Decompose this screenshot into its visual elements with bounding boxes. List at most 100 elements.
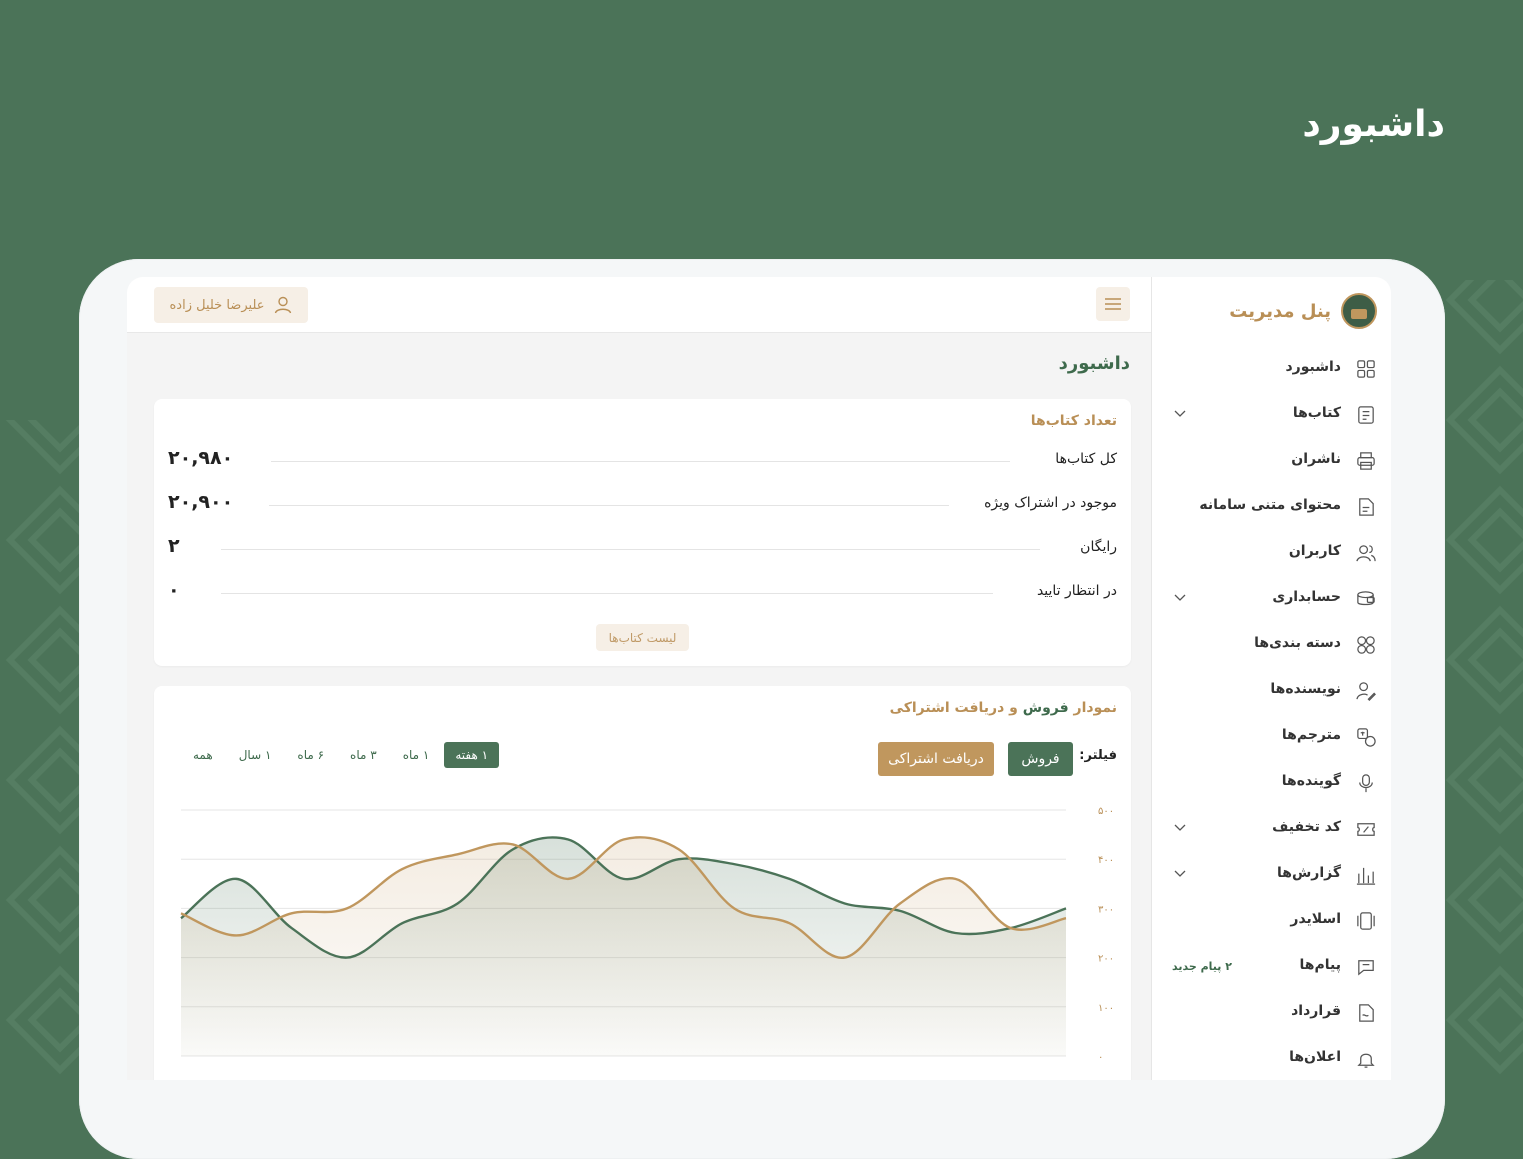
sidebar-item-label: کد تخفیف bbox=[1272, 819, 1341, 835]
stat-row: در انتظار تایید ۰ bbox=[168, 577, 1117, 607]
range-tab[interactable]: ۳ ماه bbox=[339, 742, 388, 768]
sidebar-item-label: اسلایدر bbox=[1290, 911, 1341, 927]
sidebar-item-label: دسته بندی‌ها bbox=[1254, 635, 1341, 651]
stat-divider bbox=[271, 461, 1010, 462]
y-tick-label: ۲۰۰ bbox=[1098, 954, 1114, 965]
sidebar-item-document[interactable]: محتوای متنی سامانه bbox=[1152, 485, 1391, 531]
y-tick-label: ۵۰۰ bbox=[1098, 806, 1114, 817]
range-tab[interactable]: همه bbox=[182, 742, 224, 768]
sidebar-item-bar-chart[interactable]: گزارش‌ها bbox=[1152, 853, 1391, 899]
sidebar-item-label: کتاب‌ها bbox=[1292, 405, 1341, 421]
page-title: داشبورد bbox=[1058, 353, 1130, 374]
sidebar-item-message[interactable]: پیام‌ها ۲ پیام جدید bbox=[1152, 945, 1391, 991]
stat-value: ۲۰,۹۸۰ bbox=[168, 447, 234, 469]
stat-row: موجود در اشتراک ویژه ۲۰,۹۰۰ bbox=[168, 489, 1117, 519]
stat-divider bbox=[221, 549, 1040, 550]
hero-title: داشبورد bbox=[1302, 104, 1445, 145]
writer-icon bbox=[1356, 682, 1376, 701]
stat-divider bbox=[269, 505, 949, 506]
stat-value: ۰ bbox=[168, 579, 180, 601]
user-menu-button[interactable]: علیرضا خلیل زاده bbox=[154, 287, 308, 323]
chart-title-suffix: و دریافت اشتراکی bbox=[889, 700, 1023, 716]
sidebar-item-label: مترجم‌ها bbox=[1281, 727, 1341, 743]
sidebar-item-label: گزارش‌ها bbox=[1277, 865, 1341, 881]
chevron-down-icon[interactable] bbox=[1172, 865, 1188, 881]
sidebar-item-translate[interactable]: مترجم‌ها bbox=[1152, 715, 1391, 761]
sidebar-item-users[interactable]: کاربران bbox=[1152, 531, 1391, 577]
y-tick-label: ۴۰۰ bbox=[1098, 855, 1114, 866]
slider-icon bbox=[1357, 912, 1375, 930]
brand[interactable]: پنل مدیریت bbox=[1229, 293, 1377, 329]
sidebar-item-microphone[interactable]: گوینده‌ها bbox=[1152, 761, 1391, 807]
sidebar-item-label: قرارداد bbox=[1291, 1003, 1341, 1019]
microphone-icon bbox=[1359, 774, 1373, 793]
stat-label: موجود در اشتراک ویژه bbox=[984, 495, 1117, 511]
brand-title: پنل مدیریت bbox=[1229, 300, 1331, 322]
sales-area-chart: ۰ ۱۰۰ ۲۰۰ ۳۰۰ ۴۰۰ ۵۰۰ bbox=[180, 806, 1114, 1063]
ticket-icon bbox=[1357, 823, 1375, 836]
series-area-1 bbox=[181, 837, 1066, 1056]
sidebar-item-label: ناشران bbox=[1291, 451, 1341, 467]
stat-row: رایگان ۲ bbox=[168, 533, 1117, 563]
books-card-title: تعداد کتاب‌ها bbox=[1030, 413, 1117, 429]
filter-sale-button[interactable]: فروش bbox=[1008, 742, 1073, 776]
sales-chart-card: نمودار فروش و دریافت اشتراکی فیلتر: فروش… bbox=[154, 686, 1131, 1080]
stat-label: در انتظار تایید bbox=[1036, 583, 1117, 599]
sidebar-nav: داشبورد کتاب‌ها ناشران محتوای متنی سامانه کا… bbox=[1152, 347, 1391, 1080]
user-icon bbox=[274, 296, 291, 314]
chevron-down-icon[interactable] bbox=[1172, 589, 1188, 605]
books-list-button[interactable]: لیست کتاب‌ها bbox=[596, 624, 689, 651]
chevron-down-icon[interactable] bbox=[1172, 405, 1188, 421]
document-icon bbox=[1359, 498, 1374, 516]
sidebar-item-slider[interactable]: اسلایدر bbox=[1152, 899, 1391, 945]
sidebar-item-grid[interactable]: داشبورد bbox=[1152, 347, 1391, 393]
filter-subscription-button[interactable]: دریافت اشتراکی bbox=[878, 742, 994, 776]
admin-screen: پنل مدیریت داشبورد کتاب‌ها ناشران محتوای مت… bbox=[127, 277, 1391, 1080]
range-tab[interactable]: ۱ ماه bbox=[392, 742, 441, 768]
range-tab[interactable]: ۶ ماه bbox=[286, 742, 335, 768]
stat-value: ۲ bbox=[168, 535, 180, 557]
sidebar-item-wallet[interactable]: حسابداری bbox=[1152, 577, 1391, 623]
contract-icon bbox=[1359, 1004, 1374, 1022]
grid-icon bbox=[1357, 360, 1375, 378]
hamburger-menu-button[interactable] bbox=[1096, 287, 1130, 321]
range-tab[interactable]: ۱ هفته bbox=[444, 742, 500, 768]
printer-icon bbox=[1357, 452, 1375, 470]
filter-label: فیلتر: bbox=[1079, 748, 1117, 763]
stat-label: رایگان bbox=[1080, 539, 1117, 555]
logo bbox=[1341, 293, 1377, 329]
sidebar-item-book[interactable]: کتاب‌ها bbox=[1152, 393, 1391, 439]
sidebar-item-categories[interactable]: دسته بندی‌ها bbox=[1152, 623, 1391, 669]
user-name: علیرضا خلیل زاده bbox=[169, 297, 265, 313]
stat-divider bbox=[221, 593, 993, 594]
translate-icon bbox=[1357, 728, 1376, 747]
y-tick-label: ۳۰۰ bbox=[1098, 904, 1114, 915]
books-count-card: تعداد کتاب‌ها کل کتاب‌ها ۲۰,۹۸۰ موجود در ا… bbox=[154, 399, 1131, 666]
stat-value: ۲۰,۹۰۰ bbox=[168, 491, 234, 513]
sidebar-item-printer[interactable]: ناشران bbox=[1152, 439, 1391, 485]
users-icon bbox=[1356, 545, 1376, 562]
sidebar-item-label: اعلان‌ها bbox=[1289, 1049, 1341, 1065]
book-icon bbox=[1358, 406, 1374, 424]
sidebar-item-label: داشبورد bbox=[1285, 359, 1342, 375]
sidebar-item-label: پیام‌ها bbox=[1299, 957, 1341, 973]
bar-chart-icon bbox=[1356, 867, 1376, 885]
sidebar-item-label: حسابداری bbox=[1272, 589, 1341, 605]
topbar: علیرضا خلیل زاده bbox=[127, 277, 1151, 333]
message-icon bbox=[1358, 960, 1374, 976]
chart-title-highlight: فروش bbox=[1022, 700, 1069, 716]
time-range-tabs: همه ۱ سال ۶ ماه ۳ ماه ۱ ماه ۱ هفته bbox=[182, 742, 503, 768]
sidebar-item-bell[interactable]: اعلان‌ها bbox=[1152, 1037, 1391, 1080]
new-messages-badge: ۲ پیام جدید bbox=[1172, 960, 1232, 973]
sidebar-item-label: محتوای متنی سامانه bbox=[1199, 497, 1341, 513]
range-tab[interactable]: ۱ سال bbox=[228, 742, 283, 768]
chart-title-prefix: نمودار bbox=[1068, 700, 1117, 716]
chart-card-title: نمودار فروش و دریافت اشتراکی bbox=[890, 700, 1117, 716]
hamburger-icon bbox=[1105, 298, 1121, 310]
sidebar-item-ticket[interactable]: کد تخفیف bbox=[1152, 807, 1391, 853]
stat-label: کل کتاب‌ها bbox=[1055, 451, 1117, 467]
sidebar-item-contract[interactable]: قرارداد bbox=[1152, 991, 1391, 1037]
chevron-down-icon[interactable] bbox=[1172, 819, 1188, 835]
stat-row: کل کتاب‌ها ۲۰,۹۸۰ bbox=[168, 445, 1117, 475]
sidebar-item-writer[interactable]: نویسنده‌ها bbox=[1152, 669, 1391, 715]
